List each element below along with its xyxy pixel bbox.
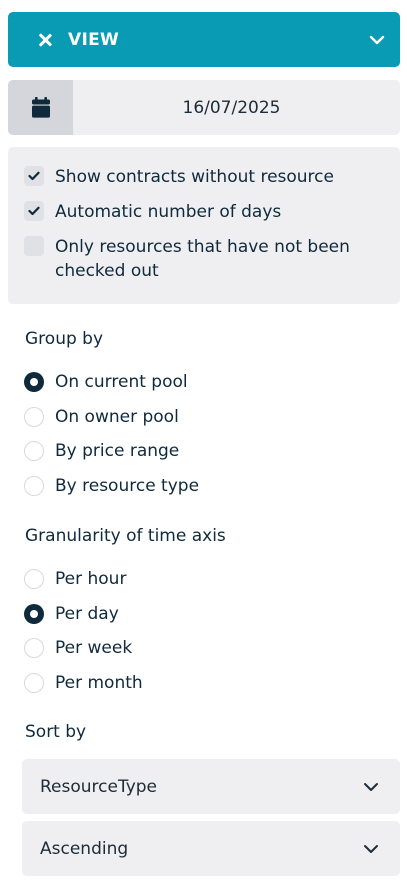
group-by-options: On current pool On owner pool By price r… <box>24 365 199 503</box>
close-icon[interactable] <box>38 33 52 47</box>
option-label: Only resources that have not been checke… <box>55 237 350 281</box>
granularity-title: Granularity of time axis <box>25 526 226 546</box>
checkmark-icon <box>28 171 40 181</box>
radio-label: By resource type <box>55 476 200 497</box>
radio-label: Per week <box>55 638 133 659</box>
option-label: Show contracts without resource <box>55 167 334 187</box>
view-panel-header[interactable]: VIEW <box>8 12 400 67</box>
radio-on-owner-pool[interactable]: On owner pool <box>24 400 199 435</box>
radio-button-selected[interactable] <box>24 372 44 393</box>
chevron-down-icon[interactable] <box>368 31 386 49</box>
radio-button[interactable] <box>24 476 44 497</box>
option-automatic-number-of-days[interactable]: Automatic number of days <box>24 200 384 224</box>
radio-label: Per month <box>55 673 143 694</box>
radio-button-selected[interactable] <box>24 603 44 624</box>
radio-button[interactable] <box>24 673 44 694</box>
options-panel: Show contracts without resource Automati… <box>8 147 400 304</box>
option-label: Automatic number of days <box>55 202 282 222</box>
radio-label: Per day <box>55 603 119 624</box>
radio-label: On current pool <box>55 372 188 393</box>
sort-by-title: Sort by <box>25 722 87 742</box>
option-show-contracts-without-resource[interactable]: Show contracts without resource <box>24 165 384 189</box>
date-picker: 16/07/2025 <box>8 80 400 135</box>
checkbox-checked[interactable] <box>24 166 44 186</box>
radio-label: On owner pool <box>55 406 179 427</box>
radio-on-current-pool[interactable]: On current pool <box>24 365 199 400</box>
group-by-title: Group by <box>25 329 104 349</box>
chevron-down-icon <box>364 782 378 791</box>
option-only-not-checked-out[interactable]: Only resources that have not been checke… <box>24 235 384 283</box>
radio-per-month[interactable]: Per month <box>24 666 143 701</box>
sort-field-select[interactable]: ResourceType <box>22 759 400 814</box>
radio-label: By price range <box>55 441 180 462</box>
sort-field-value: ResourceType <box>40 776 158 797</box>
radio-button[interactable] <box>24 569 44 590</box>
radio-per-week[interactable]: Per week <box>24 631 143 666</box>
radio-button[interactable] <box>24 638 44 659</box>
checkbox-unchecked[interactable] <box>24 236 44 256</box>
radio-button[interactable] <box>24 406 44 427</box>
view-panel-title: VIEW <box>68 29 120 50</box>
sort-direction-value: Ascending <box>40 838 129 859</box>
radio-by-resource-type[interactable]: By resource type <box>24 469 199 504</box>
radio-per-day[interactable]: Per day <box>24 597 143 632</box>
chevron-down-icon <box>364 844 378 853</box>
radio-by-price-range[interactable]: By price range <box>24 434 199 469</box>
radio-label: Per hour <box>55 569 127 590</box>
checkbox-checked[interactable] <box>24 201 44 221</box>
radio-per-hour[interactable]: Per hour <box>24 562 143 597</box>
date-value[interactable]: 16/07/2025 <box>73 80 400 135</box>
checkmark-icon <box>28 206 40 216</box>
granularity-options: Per hour Per day Per week Per month <box>24 562 143 700</box>
calendar-button[interactable] <box>8 80 73 135</box>
calendar-icon <box>31 97 50 118</box>
radio-button[interactable] <box>24 441 44 462</box>
sort-direction-select[interactable]: Ascending <box>22 821 400 876</box>
